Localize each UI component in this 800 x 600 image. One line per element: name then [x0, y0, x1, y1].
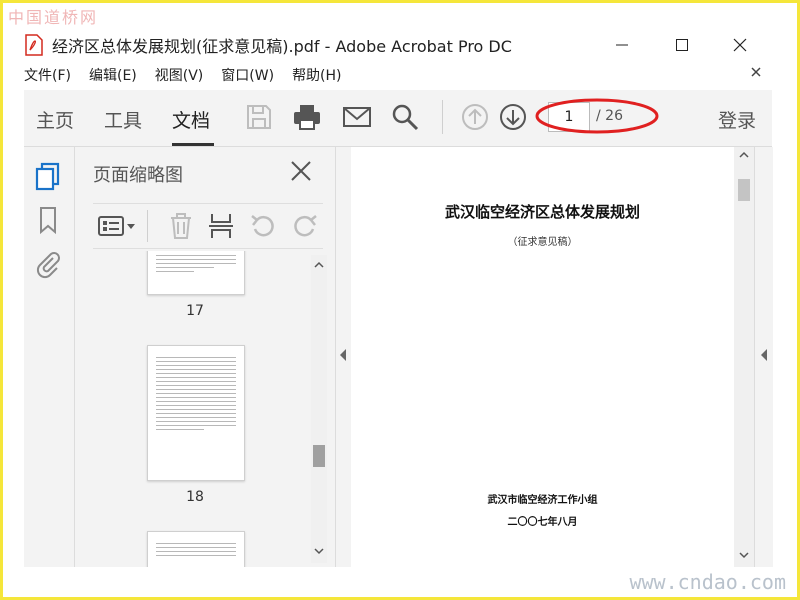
- thumbnail-scrollbar[interactable]: [311, 255, 327, 563]
- minimize-button[interactable]: [602, 30, 642, 60]
- email-icon[interactable]: [342, 102, 372, 132]
- right-panel-toggle[interactable]: [754, 147, 773, 567]
- document-scrollbar[interactable]: [734, 147, 754, 567]
- maximize-button[interactable]: [662, 30, 702, 60]
- document-title: 武汉临空经济区总体发展规划: [444, 203, 640, 221]
- panel-collapse-handle[interactable]: [335, 147, 352, 567]
- thumbnail-toolbar: [93, 203, 323, 249]
- close-document-button[interactable]: [750, 66, 764, 80]
- menu-bar: 文件(F) 编辑(E) 视图(V) 窗口(W) 帮助(H): [24, 62, 772, 88]
- thumbnail-toolbar-separator: [147, 210, 148, 242]
- pdf-file-icon: [24, 34, 44, 56]
- insert-icon[interactable]: [207, 212, 235, 240]
- thumbnail-label: 17: [186, 303, 204, 319]
- window-title: 经济区总体发展规划(征求意见稿).pdf - Adobe Acrobat Pro…: [52, 37, 512, 56]
- attachment-icon[interactable]: [34, 249, 62, 279]
- menu-file[interactable]: 文件(F): [24, 65, 71, 85]
- save-icon[interactable]: [244, 102, 274, 132]
- tab-tools[interactable]: 工具: [104, 106, 142, 133]
- navigation-rail: [24, 147, 75, 567]
- document-subtitle: （征求意见稿）: [507, 237, 578, 248]
- thumbnail-page-19[interactable]: [147, 531, 245, 567]
- thumbnail-panel: 页面缩略图 17 18: [75, 147, 335, 567]
- document-organization: 武汉市临空经济工作小组: [487, 495, 598, 506]
- title-bar: 经济区总体发展规划(征求意见稿).pdf - Adobe Acrobat Pro…: [24, 30, 772, 60]
- toolbar-separator: [442, 100, 443, 134]
- thumbnail-list: 17 18: [75, 251, 311, 567]
- menu-edit[interactable]: 编辑(E): [89, 65, 137, 85]
- rotate-right-icon[interactable]: [291, 212, 319, 240]
- menu-help[interactable]: 帮助(H): [292, 65, 341, 85]
- watermark-top-left: 中国道桥网: [8, 8, 99, 27]
- highlight-oval: [534, 96, 660, 136]
- thumbnail-label: 18: [186, 489, 204, 505]
- document-page: 武汉临空经济区总体发展规划 （征求意见稿） 武汉市临空经济工作小组 二〇〇七年八…: [351, 147, 734, 567]
- thumbnail-page-17[interactable]: [147, 251, 245, 295]
- delete-icon[interactable]: [167, 212, 195, 240]
- close-window-button[interactable]: [720, 30, 760, 60]
- login-button[interactable]: 登录: [718, 106, 756, 133]
- print-icon[interactable]: [292, 102, 322, 132]
- page-up-icon[interactable]: [460, 102, 490, 132]
- options-icon[interactable]: [97, 212, 137, 240]
- pages-icon[interactable]: [34, 161, 62, 191]
- thumbnail-page-18[interactable]: [147, 345, 245, 481]
- main-toolbar: 主页 工具 文档 1 / 26 登录: [24, 90, 772, 147]
- tab-document[interactable]: 文档: [172, 106, 210, 133]
- menu-view[interactable]: 视图(V): [155, 65, 204, 85]
- tab-home[interactable]: 主页: [36, 106, 74, 133]
- document-date: 二〇〇七年八月: [507, 517, 578, 528]
- close-panel-icon[interactable]: [289, 159, 313, 183]
- page-down-icon[interactable]: [498, 102, 528, 132]
- menu-window[interactable]: 窗口(W): [221, 65, 274, 85]
- bookmark-icon[interactable]: [34, 205, 62, 235]
- active-tab-indicator: [172, 143, 214, 146]
- watermark-bottom-right: www.cndao.com: [629, 570, 786, 594]
- thumbnail-panel-title: 页面缩略图: [93, 165, 183, 186]
- rotate-left-icon[interactable]: [249, 212, 277, 240]
- search-icon[interactable]: [390, 102, 420, 132]
